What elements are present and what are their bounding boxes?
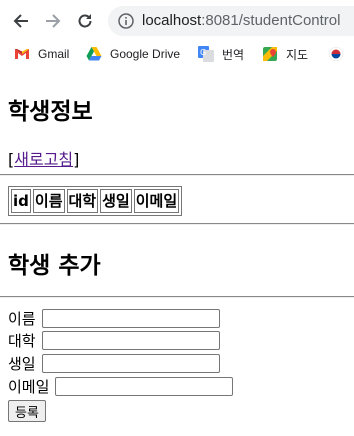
forward-button[interactable] [42, 10, 64, 32]
bookmark-label: Google Drive [110, 47, 181, 61]
bookmark-google-drive[interactable]: Google Drive [86, 45, 180, 63]
reload-button[interactable] [74, 10, 96, 32]
bookmark-maps[interactable]: 지도 [262, 45, 308, 63]
bookmark-label: Gmail [38, 47, 70, 61]
info-icon[interactable] [118, 13, 134, 29]
arrow-left-icon [13, 14, 28, 28]
divider [0, 296, 354, 298]
student-table: id 이름 대학 생일 이메일 [8, 186, 183, 216]
email-label: 이메일 [8, 378, 50, 396]
google-drive-icon [86, 47, 102, 61]
url-text: localhost:8081/studentControl [142, 12, 340, 29]
header-birthday: 생일 [100, 189, 132, 213]
reload-icon [78, 14, 92, 28]
name-label: 이름 [8, 310, 36, 328]
table-header-row: id 이름 대학 생일 이메일 [11, 189, 180, 213]
korea-flag-icon [328, 46, 344, 62]
form-row-email: 이메일 [8, 376, 234, 397]
page-content: 학생정보 [새로고침] id 이름 대학 생일 이메일 학생 추가 이름 대학 … [0, 68, 354, 436]
bookmark-gmail[interactable]: Gmail [14, 45, 69, 63]
divider [0, 223, 354, 225]
form-row-name: 이름 [8, 308, 220, 329]
refresh-bracket-close: ] [73, 150, 80, 169]
form-row-university: 대학 [8, 330, 220, 351]
divider [0, 174, 354, 176]
gmail-icon [15, 49, 29, 59]
header-name: 이름 [32, 189, 65, 213]
header-id: id [11, 189, 31, 213]
university-label: 대학 [8, 332, 36, 350]
back-button[interactable] [10, 10, 32, 32]
bookmark-label: 번역 [222, 47, 245, 62]
svg-text:G: G [200, 48, 206, 57]
university-input[interactable] [41, 331, 220, 350]
page-title: 학생정보 [8, 99, 93, 125]
header-email: 이메일 [133, 189, 180, 213]
bookmark-overflow[interactable] [328, 45, 352, 63]
bookmark-translate[interactable]: G 번역 [198, 45, 244, 63]
header-university: 대학 [66, 189, 99, 213]
bookmark-label: 지도 [286, 47, 309, 62]
maps-icon [263, 47, 277, 61]
bookmarks-bar: Gmail Google Drive G 번역 지도 [0, 42, 354, 67]
translate-icon: G [198, 46, 214, 62]
birthday-input[interactable] [41, 354, 220, 373]
arrow-right-icon [46, 14, 61, 28]
submit-button[interactable]: 등록 [8, 400, 46, 422]
address-bar[interactable]: localhost:8081/studentControl [108, 6, 354, 36]
form-title: 학생 추가 [8, 253, 101, 279]
email-input[interactable] [55, 377, 234, 396]
url-path: :8081/studentControl [201, 12, 341, 29]
form-row-birthday: 생일 [8, 353, 220, 374]
url-host: localhost [142, 12, 202, 29]
refresh-line: [새로고침] [8, 146, 79, 170]
birthday-label: 생일 [8, 355, 36, 373]
name-input[interactable] [41, 309, 220, 328]
refresh-link[interactable]: 새로고침 [14, 150, 73, 169]
browser-toolbar: localhost:8081/studentControl [0, 0, 354, 42]
